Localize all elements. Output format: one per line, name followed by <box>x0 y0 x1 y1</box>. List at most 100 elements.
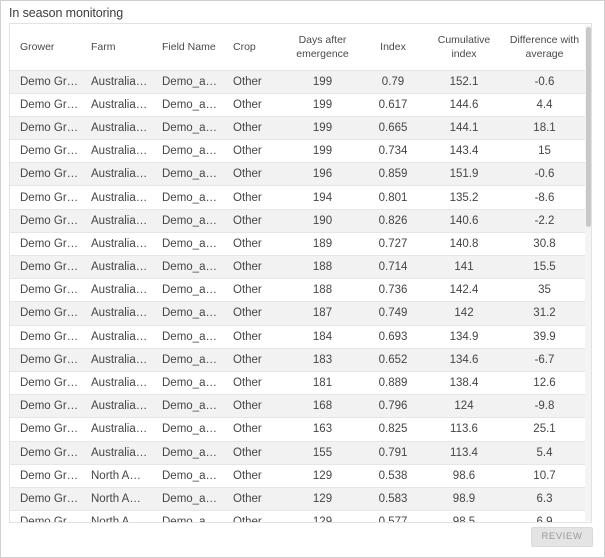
index-cell: 0.736 <box>362 278 424 302</box>
difference-with-average-cell: -0.6 <box>504 162 585 186</box>
farm-cell: Australia D... <box>81 417 152 441</box>
table-row[interactable]: Demo Gro... Australia D... Demo_acc... Othe… <box>10 139 585 163</box>
farm-cell: Australia D... <box>81 92 152 117</box>
farm-cell: Australia D... <box>81 162 152 186</box>
table-row[interactable]: Demo Gro... Australia D... Demo_acc... Othe… <box>10 370 585 395</box>
days-after-emergence-cell: 196 <box>283 162 362 186</box>
days-after-emergence-cell: 183 <box>283 347 362 372</box>
index-cell: 0.734 <box>362 139 424 163</box>
table-row[interactable]: Demo Gro... Australia D... Demo_acc... Othe… <box>10 208 585 233</box>
field-name-cell: Demo_acc... <box>152 185 223 210</box>
difference-with-average-cell: 25.1 <box>504 417 585 441</box>
days-after-emergence-cell: 155 <box>283 440 362 465</box>
cumulative-index-cell: 144.6 <box>424 92 504 117</box>
days-after-emergence-cell: 129 <box>283 463 362 488</box>
table-row[interactable]: Demo Gro... Australia D... Demo_acc... Othe… <box>10 185 585 210</box>
field-name-cell: Demo_acc... <box>152 394 223 418</box>
days-after-emergence-cell: 184 <box>283 324 362 349</box>
index-cell: 0.825 <box>362 417 424 441</box>
cumulative-index-cell: 151.9 <box>424 162 504 186</box>
column-header-farm[interactable]: Farm <box>81 24 152 70</box>
cumulative-index-cell: 143.4 <box>424 139 504 163</box>
crop-cell: Other <box>223 370 283 395</box>
farm-cell: Australia D... <box>81 301 152 326</box>
table-row[interactable]: Demo Gro... North Amer... Demo_acc... Other… <box>10 486 585 511</box>
crop-cell: Other <box>223 208 283 233</box>
field-name-cell: Demo_acc... <box>152 417 223 441</box>
difference-with-average-cell: 18.1 <box>504 115 585 140</box>
crop-cell: Other <box>223 463 283 488</box>
farm-cell: Australia D... <box>81 231 152 256</box>
difference-with-average-cell: 4.4 <box>504 92 585 117</box>
difference-with-average-cell: -0.6 <box>504 69 585 94</box>
table-row[interactable]: Demo Gro... Australia D... Demo_acc... Othe… <box>10 417 585 441</box>
crop-cell: Other <box>223 231 283 256</box>
grower-cell: Demo Gro... <box>10 162 81 186</box>
column-header-cumulative-index[interactable]: Cumulative index <box>424 24 504 70</box>
table-row[interactable]: Demo Gro... Australia D... Demo_acc... Othe… <box>10 162 585 186</box>
table-row[interactable]: Demo Gro... Australia D... Demo_acc... Othe… <box>10 92 585 117</box>
cumulative-index-cell: 140.6 <box>424 208 504 233</box>
column-header-index[interactable]: Index <box>362 24 424 70</box>
index-cell: 0.859 <box>362 162 424 186</box>
grower-cell: Demo Gro... <box>10 208 81 233</box>
cumulative-index-cell: 113.6 <box>424 417 504 441</box>
table-row[interactable]: Demo Gro... North Amer... Demo_acc... Other… <box>10 510 585 522</box>
cumulative-index-cell: 141 <box>424 254 504 279</box>
field-name-cell: Demo_acc... <box>152 115 223 140</box>
cumulative-index-cell: 98.5 <box>424 510 504 522</box>
table-row[interactable]: Demo Gro... Australia D... Demo_acc... Othe… <box>10 115 585 140</box>
table-row[interactable]: Demo Gro... Australia D... Demo_acc... Othe… <box>10 254 585 279</box>
cumulative-index-cell: 113.4 <box>424 440 504 465</box>
difference-with-average-cell: -6.7 <box>504 347 585 372</box>
review-button[interactable]: REVIEW <box>531 527 593 547</box>
farm-cell: North Amer... <box>81 486 152 511</box>
grower-cell: Demo Gro... <box>10 324 81 349</box>
crop-cell: Other <box>223 301 283 326</box>
days-after-emergence-cell: 199 <box>283 139 362 163</box>
column-header-grower[interactable]: Grower <box>10 24 81 70</box>
column-header-crop[interactable]: Crop <box>223 24 283 70</box>
crop-cell: Other <box>223 440 283 465</box>
difference-with-average-cell: 6.3 <box>504 486 585 511</box>
panel-title: In season monitoring <box>9 6 124 20</box>
column-header-field-name[interactable]: Field Name <box>152 24 223 70</box>
farm-cell: Australia D... <box>81 208 152 233</box>
field-name-cell: Demo_acc... <box>152 208 223 233</box>
table-row[interactable]: Demo Gro... North Amer... Demo_acc... Other… <box>10 463 585 488</box>
field-name-cell: Demo_acc... <box>152 510 223 522</box>
table-row[interactable]: Demo Gro... Australia D... Demo_acc... Othe… <box>10 301 585 326</box>
index-cell: 0.652 <box>362 347 424 372</box>
index-cell: 0.693 <box>362 324 424 349</box>
table-row[interactable]: Demo Gro... Australia D... Demo_acc... Othe… <box>10 440 585 465</box>
cumulative-index-cell: 138.4 <box>424 370 504 395</box>
monitoring-table-container[interactable]: Grower Farm Field Name Crop Days after e… <box>9 23 592 523</box>
column-header-days-after-emergence[interactable]: Days after emergence <box>283 24 362 70</box>
days-after-emergence-cell: 168 <box>283 394 362 418</box>
column-header-difference-with-average[interactable]: Difference with average <box>504 24 585 70</box>
table-scrollbar-thumb[interactable] <box>586 27 591 227</box>
grower-cell: Demo Gro... <box>10 92 81 117</box>
field-name-cell: Demo_acc... <box>152 92 223 117</box>
field-name-cell: Demo_acc... <box>152 301 223 326</box>
table-row[interactable]: Demo Gro... Australia D... Demo_acc... Othe… <box>10 69 585 94</box>
cumulative-index-cell: 98.9 <box>424 486 504 511</box>
table-row[interactable]: Demo Gro... Australia D... Demo_acc... Othe… <box>10 347 585 372</box>
days-after-emergence-cell: 129 <box>283 486 362 511</box>
table-row[interactable]: Demo Gro... Australia D... Demo_acc... Othe… <box>10 324 585 349</box>
cumulative-index-cell: 142 <box>424 301 504 326</box>
days-after-emergence-cell: 163 <box>283 417 362 441</box>
cumulative-index-cell: 140.8 <box>424 231 504 256</box>
farm-cell: Australia D... <box>81 324 152 349</box>
table-row[interactable]: Demo Gro... Australia D... Demo_acc... Othe… <box>10 278 585 302</box>
grower-cell: Demo Gro... <box>10 115 81 140</box>
grower-cell: Demo Gro... <box>10 463 81 488</box>
grower-cell: Demo Gro... <box>10 278 81 302</box>
table-row[interactable]: Demo Gro... Australia D... Demo_acc... Othe… <box>10 231 585 256</box>
crop-cell: Other <box>223 92 283 117</box>
difference-with-average-cell: 15 <box>504 139 585 163</box>
table-body: Demo Gro... Australia D... Demo_acc... Othe… <box>10 69 585 522</box>
crop-cell: Other <box>223 254 283 279</box>
table-row[interactable]: Demo Gro... Australia D... Demo_acc... Othe… <box>10 394 585 418</box>
field-name-cell: Demo_acc... <box>152 440 223 465</box>
